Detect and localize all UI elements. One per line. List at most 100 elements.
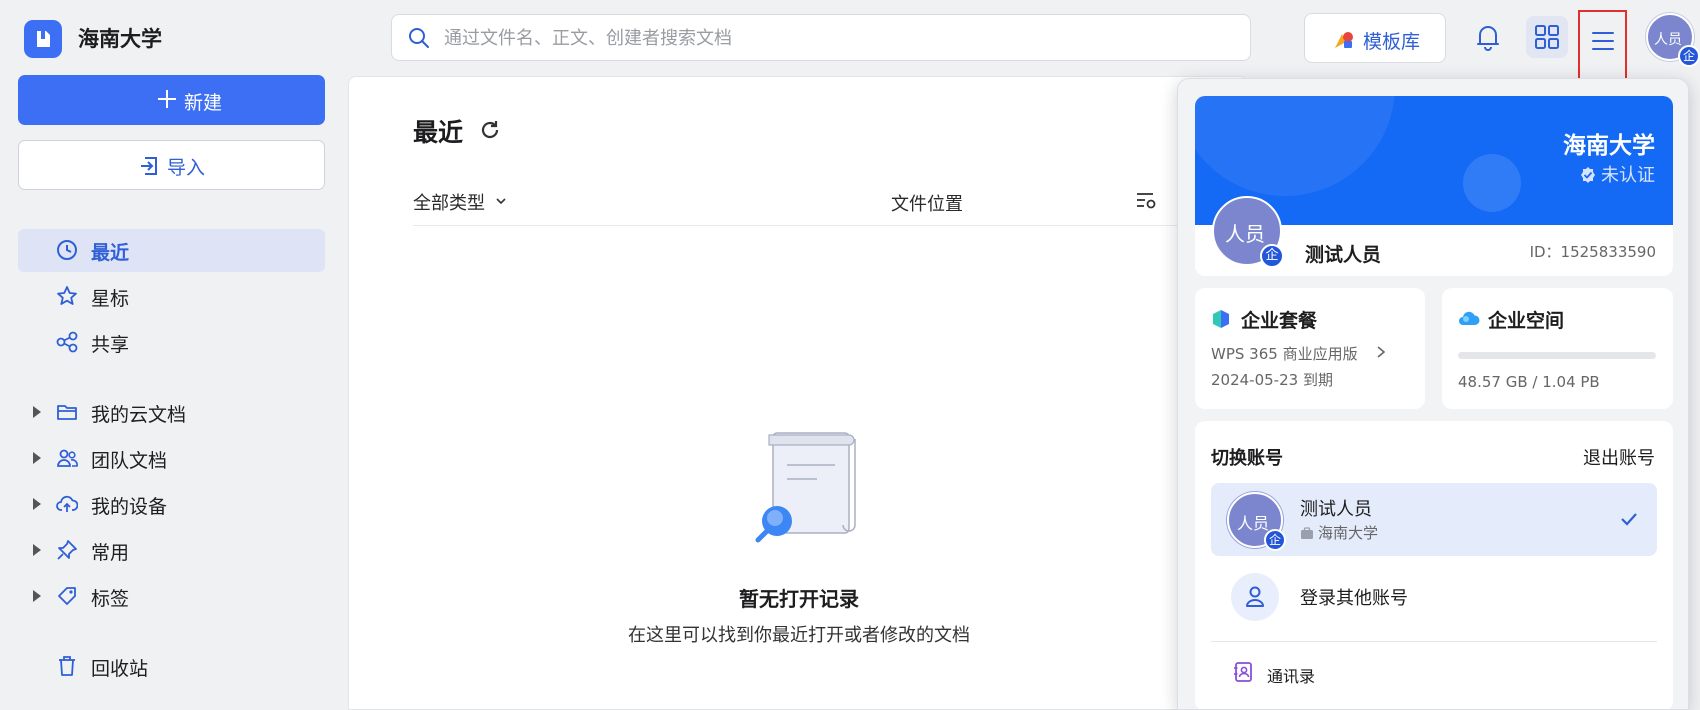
expand-arrow-icon[interactable] bbox=[33, 590, 41, 602]
template-library-button[interactable]: 模板库 bbox=[1304, 13, 1446, 63]
sidebar-item-label: 常用 bbox=[91, 542, 130, 564]
sidebar-item-frequent[interactable]: 常用 bbox=[18, 529, 325, 572]
package-expiry: 2024-05-23 到期 bbox=[1211, 371, 1333, 389]
sidebar-item-label: 团队文档 bbox=[91, 450, 168, 472]
import-icon bbox=[141, 157, 157, 175]
clock-icon bbox=[57, 240, 77, 260]
chevron-right-icon bbox=[1377, 346, 1386, 358]
app-logo[interactable] bbox=[24, 20, 62, 58]
account-org: 海南大学 bbox=[1300, 522, 1378, 543]
pin-icon bbox=[57, 540, 77, 560]
file-location-column[interactable]: 文件位置 bbox=[891, 190, 963, 216]
logout-button[interactable]: 退出账号 bbox=[1583, 444, 1655, 470]
sidebar-item-label: 我的设备 bbox=[91, 496, 168, 518]
cloud-upload-icon bbox=[56, 495, 78, 512]
import-button[interactable]: 导入 bbox=[18, 140, 325, 190]
refresh-icon[interactable] bbox=[479, 119, 501, 141]
contacts-item[interactable]: 通讯录 bbox=[1211, 653, 1657, 693]
avatar-text: 人员 bbox=[1237, 514, 1270, 533]
sidebar-item-label: 标签 bbox=[91, 588, 130, 610]
sidebar-item-recent[interactable]: 最近 bbox=[18, 229, 325, 272]
current-account-row[interactable]: 人员 企 测试人员 海南大学 bbox=[1211, 483, 1657, 556]
sidebar-item-starred[interactable]: 星标 bbox=[18, 275, 325, 318]
file-type-filter[interactable]: 全部类型 bbox=[413, 189, 506, 215]
template-library-label: 模板库 bbox=[1363, 31, 1421, 53]
login-other-account-button[interactable]: 登录其他账号 bbox=[1211, 564, 1657, 630]
profile-user-id: ID：1525833590 bbox=[1529, 243, 1656, 261]
sidebar-item-label: 我的云文档 bbox=[91, 404, 187, 426]
empty-state-subtitle: 在这里可以找到你最近打开或者修改的文档 bbox=[628, 625, 970, 646]
package-cube-icon bbox=[1213, 310, 1229, 328]
sidebar-item-tags[interactable]: 标签 bbox=[18, 575, 325, 618]
enterprise-space-card[interactable]: 企业空间 48.57 GB / 1.04 PB bbox=[1442, 288, 1673, 409]
login-other-account-label: 登录其他账号 bbox=[1300, 588, 1408, 609]
sidebar: 新建 导入 最近 星标 共享 我的云文档 团队文档 我的设备 常用 标签 回收站 bbox=[0, 72, 340, 710]
avatar-text: 人员 bbox=[1654, 32, 1682, 48]
contacts-label: 通讯录 bbox=[1267, 667, 1316, 686]
user-avatar[interactable]: 人员 企 bbox=[1646, 13, 1700, 67]
apps-button[interactable] bbox=[1526, 16, 1568, 58]
notification-button[interactable] bbox=[1470, 19, 1506, 55]
profile-avatar[interactable]: 人员 企 bbox=[1212, 196, 1284, 268]
space-usage-text: 48.57 GB / 1.04 PB bbox=[1458, 373, 1600, 391]
account-popover: 海南大学 未认证 人员 企 测试人员 ID：1525833590 企业套餐 WP… bbox=[1177, 78, 1689, 710]
sidebar-item-label: 星标 bbox=[91, 288, 130, 310]
empty-document-illustration bbox=[755, 432, 856, 543]
package-plan-label: WPS 365 商业应用版 bbox=[1211, 345, 1358, 363]
expand-arrow-icon[interactable] bbox=[33, 452, 41, 464]
chevron-down-icon bbox=[496, 198, 506, 205]
verified-badge-icon bbox=[1581, 167, 1595, 183]
folder-icon bbox=[57, 405, 77, 420]
enterprise-badge: 企 bbox=[1260, 244, 1284, 268]
top-bar: 海南大学 模板库 bbox=[0, 0, 1700, 81]
org-name: 海南大学 bbox=[78, 27, 162, 51]
cloud-icon bbox=[1459, 311, 1480, 325]
avatar-text: 人员 bbox=[1225, 222, 1265, 246]
expand-arrow-icon[interactable] bbox=[33, 406, 41, 418]
space-title: 企业空间 bbox=[1488, 310, 1565, 332]
search-box[interactable] bbox=[391, 14, 1251, 61]
plus-icon bbox=[158, 90, 176, 108]
sidebar-item-label: 最近 bbox=[91, 242, 130, 264]
enterprise-badge: 企 bbox=[1264, 529, 1286, 551]
account-avatar: 人员 企 bbox=[1227, 492, 1286, 551]
expand-arrow-icon[interactable] bbox=[33, 498, 41, 510]
template-icon bbox=[1335, 32, 1353, 48]
bell-icon bbox=[1477, 26, 1499, 51]
enterprise-badge: 企 bbox=[1678, 45, 1700, 67]
trash-icon bbox=[59, 656, 75, 676]
sidebar-item-trash[interactable]: 回收站 bbox=[18, 645, 325, 688]
expand-arrow-icon[interactable] bbox=[33, 544, 41, 556]
page-title: 最近 bbox=[413, 118, 464, 147]
tag-icon bbox=[58, 587, 76, 605]
search-input[interactable] bbox=[444, 23, 1224, 53]
sidebar-item-my-cloud-docs[interactable]: 我的云文档 bbox=[18, 391, 325, 434]
search-icon bbox=[409, 28, 429, 48]
sidebar-item-my-devices[interactable]: 我的设备 bbox=[18, 483, 325, 526]
verification-status-label: 未认证 bbox=[1601, 165, 1655, 186]
menu-button[interactable] bbox=[1578, 10, 1627, 81]
new-button-label: 新建 bbox=[184, 92, 223, 114]
verification-status[interactable]: 未认证 bbox=[1579, 161, 1655, 187]
sidebar-item-team-docs[interactable]: 团队文档 bbox=[18, 437, 325, 480]
profile-card: 海南大学 未认证 人员 企 测试人员 ID：1525833590 bbox=[1195, 96, 1673, 276]
apps-grid-icon bbox=[1535, 25, 1559, 49]
file-type-filter-label: 全部类型 bbox=[413, 193, 485, 214]
banner-decor bbox=[1463, 154, 1521, 212]
account-switch-card: 切换账号 退出账号 人员 企 测试人员 海南大学 登录其他账号 通讯录 bbox=[1195, 421, 1673, 709]
header-divider bbox=[413, 225, 1193, 226]
sidebar-item-shared[interactable]: 共享 bbox=[18, 321, 325, 364]
contacts-book-icon bbox=[1234, 662, 1252, 682]
banner-decor bbox=[1195, 96, 1395, 196]
package-plan[interactable]: WPS 365 商业应用版 bbox=[1211, 343, 1386, 364]
empty-state-title: 暂无打开记录 bbox=[739, 587, 859, 611]
doc-logo-icon bbox=[37, 31, 50, 47]
account-name: 测试人员 bbox=[1300, 499, 1372, 520]
switch-account-title: 切换账号 bbox=[1211, 448, 1283, 469]
column-settings-icon[interactable] bbox=[1135, 191, 1157, 211]
profile-org-name: 海南大学 bbox=[1563, 133, 1655, 159]
enterprise-package-card[interactable]: 企业套餐 WPS 365 商业应用版 2024-05-23 到期 bbox=[1195, 288, 1425, 409]
new-button[interactable]: 新建 bbox=[18, 75, 325, 125]
check-icon bbox=[1621, 513, 1637, 526]
sidebar-item-label: 回收站 bbox=[91, 658, 149, 680]
